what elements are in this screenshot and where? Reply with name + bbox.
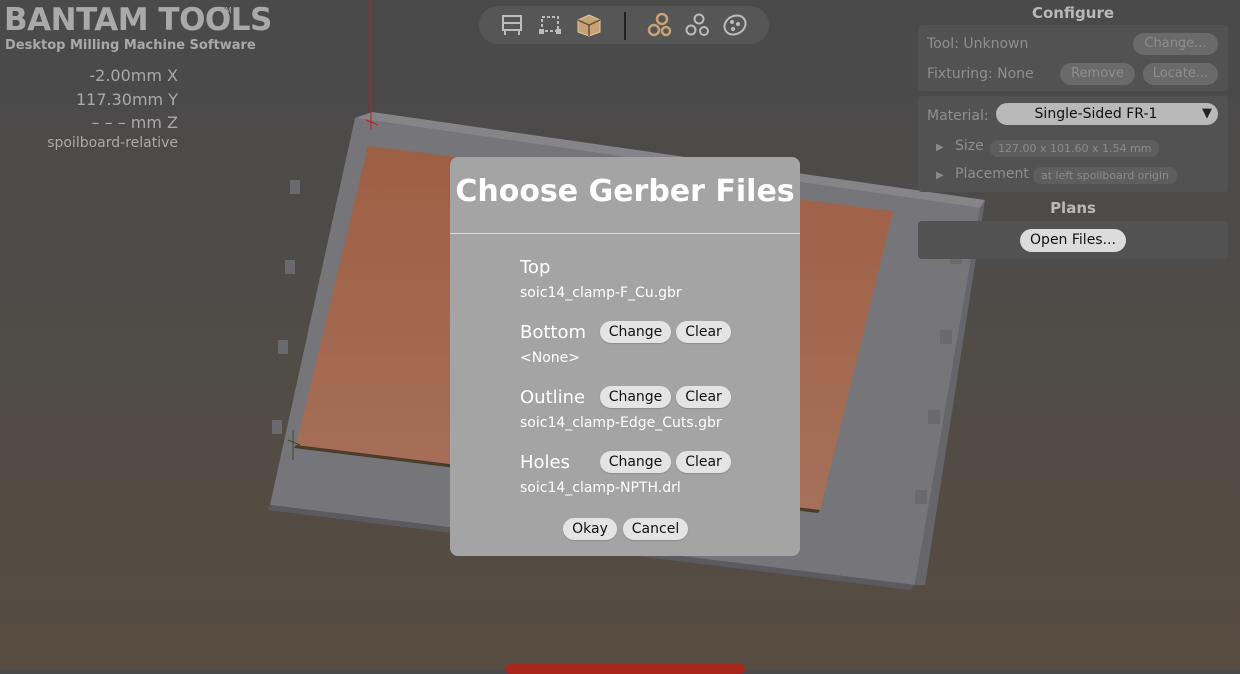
holes-clear-button[interactable]: Clear	[676, 451, 731, 473]
configure-heading: Configure	[1031, 4, 1115, 22]
choose-gerber-dialog: Choose Gerber Files Top soic14_clamp-F_C…	[450, 157, 800, 556]
material-box: Material: Single-Sided FR-1 ▼ ▶ Size 127…	[918, 96, 1228, 192]
open-files-button[interactable]: Open Files...	[1020, 229, 1126, 252]
tool-fixturing-box: Tool: Unknown Change... Fixturing: None …	[918, 25, 1228, 91]
toolbar-separator	[624, 12, 626, 40]
bottom-layer-label: Bottom	[520, 322, 587, 343]
size-label[interactable]: Size	[955, 138, 984, 154]
fixturing-locate-button[interactable]: Locate...	[1143, 63, 1218, 85]
bottom-change-button[interactable]: Change	[600, 321, 671, 343]
top-layer-label: Top	[520, 257, 551, 278]
plans-heading: Plans	[1050, 199, 1096, 217]
bed-icon[interactable]	[499, 13, 525, 37]
palette-icon[interactable]	[722, 13, 748, 37]
coordinate-reference: spoilboard-relative	[47, 135, 178, 151]
holes-change-button[interactable]: Change	[600, 451, 671, 473]
expand-size-icon[interactable]: ▶	[936, 142, 944, 153]
brand-subtitle: Desktop Milling Machine Software	[5, 38, 256, 53]
fixturing-remove-button[interactable]: Remove	[1060, 63, 1135, 85]
tool-change-button[interactable]: Change...	[1133, 33, 1218, 55]
3d-box-icon[interactable]	[576, 13, 602, 37]
fixturing-label: Fixturing: None	[927, 66, 1034, 82]
plans-box: Open Files...	[918, 221, 1228, 259]
material-select-value: Single-Sided FR-1	[1034, 106, 1158, 122]
holes-layer-file: soic14_clamp-NPTH.drl	[520, 480, 681, 496]
coordinate-z: – – – mm Z	[91, 113, 178, 132]
start-milling-button[interactable]	[505, 664, 745, 674]
nodes-icon[interactable]	[684, 13, 710, 37]
placement-value: at left spoilboard origin	[1033, 167, 1177, 184]
size-value: 127.00 x 101.60 x 1.54 mm	[990, 140, 1160, 157]
material-select[interactable]: Single-Sided FR-1 ▼	[996, 103, 1218, 125]
outline-clear-button[interactable]: Clear	[676, 386, 731, 408]
placement-label[interactable]: Placement	[955, 166, 1029, 182]
bottom-layer-file: <None>	[520, 350, 580, 366]
dialog-title: Choose Gerber Files	[455, 174, 795, 209]
chevron-down-icon: ▼	[1202, 106, 1212, 121]
expand-placement-icon[interactable]: ▶	[936, 170, 944, 181]
brand-trademark: TM	[220, 6, 232, 15]
outline-change-button[interactable]: Change	[600, 386, 671, 408]
selection-frame-icon[interactable]	[537, 13, 563, 37]
bottom-clear-button[interactable]: Clear	[676, 321, 731, 343]
material-label: Material:	[927, 108, 989, 124]
view-toolbar	[479, 6, 769, 44]
dialog-divider	[450, 233, 800, 234]
top-layer-file: soic14_clamp-F_Cu.gbr	[520, 285, 682, 301]
holes-layer-label: Holes	[520, 452, 571, 473]
cancel-button[interactable]: Cancel	[623, 518, 688, 540]
coordinate-x: -2.00mm X	[89, 66, 178, 85]
okay-button[interactable]: Okay	[563, 518, 617, 540]
tool-label: Tool: Unknown	[927, 36, 1029, 52]
job-graph-icon[interactable]	[646, 12, 672, 37]
coordinate-y: 117.30mm Y	[75, 90, 178, 109]
outline-layer-file: soic14_clamp-Edge_Cuts.gbr	[520, 415, 722, 431]
outline-layer-label: Outline	[520, 387, 586, 408]
